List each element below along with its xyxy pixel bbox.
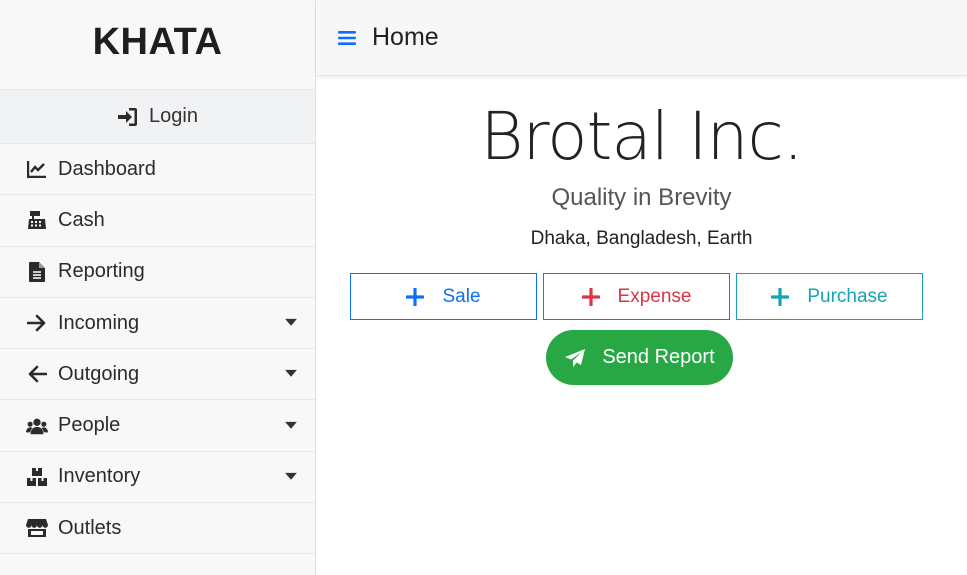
brand-logo[interactable]: KHATA — [0, 0, 315, 90]
file-alt-icon — [26, 261, 48, 283]
sign-in-icon — [117, 107, 139, 127]
arrow-right-icon — [26, 312, 48, 334]
store-icon — [26, 517, 48, 539]
login-link[interactable]: Login — [0, 90, 315, 144]
send-report-button[interactable]: Send Report — [546, 330, 733, 385]
caret-down-icon[interactable] — [285, 318, 297, 326]
main-content: Brotal Inc. Quality in Brevity Dhaka, Ba… — [316, 76, 967, 575]
chart-line-icon — [26, 158, 48, 180]
sidebar-item-cash[interactable]: Cash — [0, 195, 315, 247]
users-icon — [26, 415, 48, 437]
add-sale-button[interactable]: Sale — [350, 273, 537, 320]
sidebar: KHATA Login Dashboard Cash Reporting Inc… — [0, 0, 316, 575]
plus-icon — [771, 287, 790, 306]
company-tagline: Quality in Brevity — [551, 184, 732, 211]
login-label: Login — [149, 105, 198, 127]
plus-icon — [406, 287, 425, 306]
expense-label: Expense — [617, 285, 692, 307]
company-location: Dhaka, Bangladesh, Earth — [530, 228, 753, 249]
sidebar-item-label: Outgoing — [58, 362, 140, 385]
hamburger-icon[interactable] — [338, 30, 356, 46]
sidebar-item-label: Dashboard — [58, 157, 156, 180]
sidebar-item-reporting[interactable]: Reporting — [0, 247, 315, 298]
sidebar-item-label: Outlets — [58, 516, 122, 539]
send-report-label: Send Report — [602, 346, 715, 368]
page-title: Home — [372, 23, 439, 51]
sidebar-item-label: Reporting — [58, 260, 145, 283]
paper-plane-icon — [564, 348, 586, 368]
sidebar-item-dashboard[interactable]: Dashboard — [0, 144, 315, 196]
sidebar-item-outgoing[interactable]: Outgoing — [0, 349, 315, 401]
purchase-label: Purchase — [807, 285, 888, 307]
sidebar-item-people[interactable]: People — [0, 400, 315, 452]
sale-label: Sale — [442, 285, 481, 307]
plus-icon — [581, 287, 600, 306]
caret-down-icon[interactable] — [285, 421, 297, 429]
sidebar-item-outlets[interactable]: Outlets — [0, 503, 315, 555]
sidebar-item-incoming[interactable]: Incoming — [0, 298, 315, 350]
arrow-left-icon — [26, 363, 48, 385]
sidebar-item-label: Incoming — [58, 311, 140, 334]
sidebar-item-label: People — [58, 414, 121, 437]
add-expense-button[interactable]: Expense — [543, 273, 730, 320]
add-purchase-button[interactable]: Purchase — [736, 273, 923, 320]
caret-down-icon[interactable] — [285, 472, 297, 480]
boxes-icon — [26, 466, 48, 488]
sidebar-item-label: Inventory — [58, 465, 141, 488]
sidebar-item-inventory[interactable]: Inventory — [0, 452, 315, 504]
sidebar-item-label: Cash — [58, 208, 105, 231]
company-name: Brotal Inc. — [480, 98, 803, 175]
topbar: Home — [316, 0, 967, 76]
cash-register-icon — [26, 209, 48, 231]
caret-down-icon[interactable] — [285, 370, 297, 378]
